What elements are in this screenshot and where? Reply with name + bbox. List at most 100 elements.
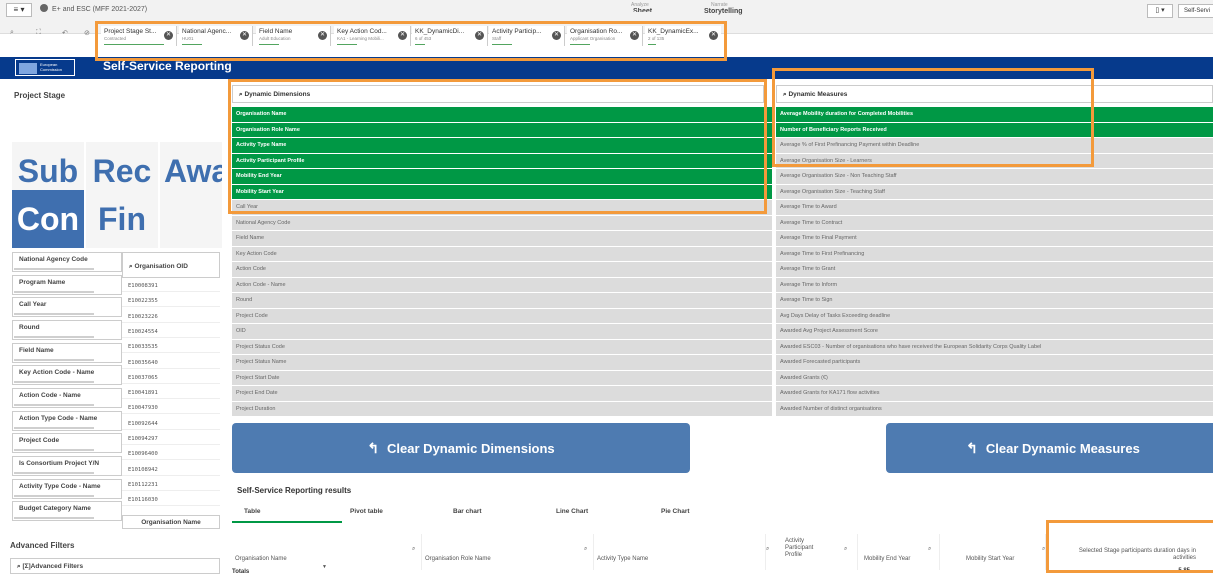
measure-item[interactable]: Average Time to Contract xyxy=(776,215,1213,231)
measure-item[interactable]: Average Time to Final Payment xyxy=(776,231,1213,247)
selections-tool-icon[interactable]: ⛶ xyxy=(36,29,41,37)
dimension-item[interactable]: Project Code xyxy=(232,308,772,324)
organisation-name-column-header[interactable]: Organisation Name xyxy=(122,515,220,529)
dimension-item[interactable]: Round xyxy=(232,293,772,309)
dimension-item[interactable]: Project Status Code xyxy=(232,339,772,355)
globe-icon xyxy=(40,4,48,12)
measure-item[interactable]: Awarded Number of distinct organisations xyxy=(776,401,1213,417)
measure-item[interactable]: Awarded Avg Project Assessment Score xyxy=(776,324,1213,340)
clear-measures-label: Clear Dynamic Measures xyxy=(985,441,1140,456)
column-label: Activity Participant Profile xyxy=(785,538,814,558)
organisation-oid-item[interactable]: E10092644 xyxy=(122,418,220,430)
stage-tile-contracted[interactable]: Con xyxy=(12,190,84,248)
clear-dynamic-dimensions-button[interactable]: ↰ Clear Dynamic Dimensions xyxy=(232,423,690,473)
filter-activity-type-code-name[interactable]: Activity Type Code - Name xyxy=(12,479,122,499)
column-header-organisation-role-name[interactable]: Organisation Role Name ⌕ xyxy=(422,534,594,570)
search-icon[interactable]: ⌕ xyxy=(928,546,931,553)
filter-national-agency-code[interactable]: National Agency Code xyxy=(12,252,122,272)
search-icon[interactable]: ⌕ xyxy=(844,546,847,553)
filter-field-name[interactable]: Field Name xyxy=(12,343,122,363)
organisation-oid-item[interactable]: E10023226 xyxy=(122,311,220,323)
dimension-item[interactable]: OID xyxy=(232,324,772,340)
measure-item[interactable]: Average Time to Sign xyxy=(776,293,1213,309)
organisation-oid-item[interactable]: E10096400 xyxy=(122,448,220,461)
dimension-item[interactable]: Project Status Name xyxy=(232,355,772,371)
filter-label: Budget Category Name xyxy=(19,505,91,512)
measure-item[interactable]: Average Time to Inform xyxy=(776,277,1213,293)
bookmark-button[interactable]: ▯ ▾ xyxy=(1147,4,1173,18)
advanced-filters-search[interactable]: ⌕ [Σ]Advanced Filters xyxy=(10,558,220,574)
clear-dynamic-measures-button[interactable]: ↰ Clear Dynamic Measures xyxy=(886,423,1213,473)
filter-budget-category-name[interactable]: Budget Category Name xyxy=(12,501,122,521)
measure-item[interactable]: Awarded ESC03 - Number of organisations … xyxy=(776,339,1213,355)
search-icon[interactable]: ⌕ xyxy=(766,546,769,553)
clear-dimensions-label: Clear Dynamic Dimensions xyxy=(387,441,555,456)
filter-action-type-code-name[interactable]: Action Type Code - Name xyxy=(12,411,122,431)
tab-pivot-table[interactable]: Pivot table xyxy=(350,508,383,515)
dimension-item[interactable]: Project Start Date xyxy=(232,370,772,386)
measure-item[interactable]: Average Time to Award xyxy=(776,200,1213,216)
step-back-icon[interactable]: ↶ xyxy=(62,29,68,37)
filter-program-name[interactable]: Program Name xyxy=(12,275,122,295)
organisation-oid-item[interactable]: E10047930 xyxy=(122,402,220,415)
filter-label: Program Name xyxy=(19,279,66,286)
measure-item[interactable]: Awarded Grants (€) xyxy=(776,370,1213,386)
measure-item[interactable]: Average Organisation Size - Non Teaching… xyxy=(776,169,1213,185)
tab-bar-chart[interactable]: Bar chart xyxy=(453,508,482,515)
organisation-oid-item[interactable]: E10094297 xyxy=(122,433,220,445)
totals-label: Totals xyxy=(232,569,250,575)
search-icon[interactable]: ⌕ xyxy=(412,546,415,553)
measure-item[interactable]: Average Time to Grant xyxy=(776,262,1213,278)
column-header-organisation-name[interactable]: Organisation Name ⌕ ▼ xyxy=(232,534,422,570)
dimension-item[interactable]: Action Code xyxy=(232,262,772,278)
column-header-activity-type-name[interactable]: Activity Type Name ⌕ xyxy=(594,534,769,570)
organisation-oid-item[interactable]: E10022355 xyxy=(122,295,220,308)
organisation-oid-item[interactable]: E10041891 xyxy=(122,387,220,400)
measure-item[interactable]: Avg Days Delay of Tasks Exceeding deadli… xyxy=(776,308,1213,324)
measure-item[interactable]: Awarded Forecasted participants xyxy=(776,355,1213,371)
measure-item[interactable]: Average Time to First Prefinancing xyxy=(776,246,1213,262)
organisation-oid-search[interactable]: ⌕ Organisation OID xyxy=(122,252,220,278)
filter-action-code-name[interactable]: Action Code - Name xyxy=(12,388,122,408)
filter-call-year[interactable]: Call Year xyxy=(12,297,122,317)
tab-line-chart[interactable]: Line Chart xyxy=(556,508,588,515)
nav-analyze-sheet[interactable]: Sheet xyxy=(633,8,652,12)
organisation-oid-item[interactable]: E10037065 xyxy=(122,372,220,384)
column-header-mobility-end-year[interactable]: Mobility End Year ⌕ xyxy=(858,534,940,570)
column-header-activity-participant-profile[interactable]: Activity Participant Profile ⌕ xyxy=(782,534,858,570)
smart-search-icon[interactable]: ⌕ xyxy=(10,29,14,37)
nav-narrate-storytelling[interactable]: Storytelling xyxy=(704,8,743,15)
sort-down-icon[interactable]: ▼ xyxy=(322,564,327,570)
organisation-oid-item[interactable]: E10116030 xyxy=(122,494,220,507)
measure-item[interactable]: Average Organisation Size - Teaching Sta… xyxy=(776,184,1213,200)
dimension-item[interactable]: Key Action Code xyxy=(232,246,772,262)
tab-pie-chart[interactable]: Pie Chart xyxy=(661,508,690,515)
sheet-selector-button[interactable]: Self-Servi xyxy=(1178,4,1213,18)
search-icon[interactable]: ⌕ xyxy=(584,546,587,553)
filter-round[interactable]: Round xyxy=(12,320,122,340)
organisation-oid-item[interactable]: E10024554 xyxy=(122,326,220,338)
dimension-item[interactable]: Project End Date xyxy=(232,386,772,402)
organisation-oid-item[interactable]: E10112231 xyxy=(122,479,220,491)
tab-table[interactable]: Table xyxy=(244,508,261,515)
app-title[interactable]: E+ and ESC (MFF 2021-2027) xyxy=(40,4,147,15)
organisation-oid-item[interactable]: E10035640 xyxy=(122,357,220,369)
main-menu-button[interactable]: ≡ ▾ xyxy=(6,3,32,17)
advanced-filters-label: [Σ]Advanced Filters xyxy=(22,563,84,570)
measure-item[interactable]: Awarded Grants for KA171 flow activities xyxy=(776,386,1213,402)
organisation-oid-item[interactable]: E10008391 xyxy=(122,280,220,292)
column-header-mobility-start-year[interactable]: Mobility Start Year ⌕ xyxy=(940,534,1046,570)
organisation-oid-item[interactable]: E10033535 xyxy=(122,341,220,354)
filter-project-code[interactable]: Project Code xyxy=(12,433,122,453)
column-label: Activity Type Name xyxy=(597,556,649,562)
filter-is-consortium-project[interactable]: Is Consortium Project Y/N xyxy=(12,456,122,476)
stage-tile-finalised[interactable]: Fin xyxy=(86,190,158,248)
dimension-item[interactable]: Field Name xyxy=(232,231,772,247)
filter-key-action-code-name[interactable]: Key Action Code - Name xyxy=(12,365,122,385)
dimension-item[interactable]: Project Duration xyxy=(232,401,772,417)
search-icon[interactable]: ⌕ xyxy=(1042,546,1045,553)
clear-all-icon[interactable]: ⊘ xyxy=(84,29,90,37)
dimension-item[interactable]: Action Code - Name xyxy=(232,277,772,293)
organisation-oid-item[interactable]: E10108942 xyxy=(122,464,220,476)
dimension-item[interactable]: National Agency Code xyxy=(232,215,772,231)
